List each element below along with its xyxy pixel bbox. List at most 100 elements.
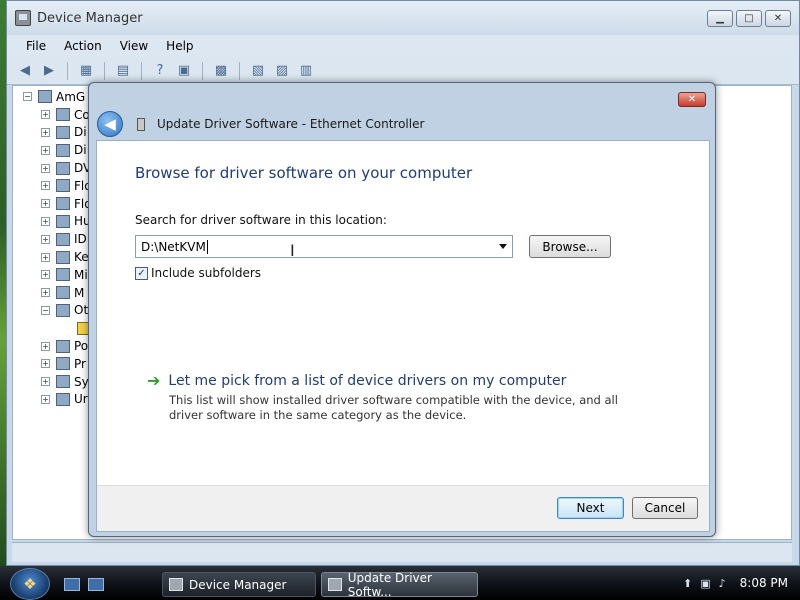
toolbar-separator — [239, 61, 240, 80]
show-desktop-icon[interactable] — [64, 578, 80, 591]
taskbar-button-device-manager[interactable]: Device Manager — [162, 572, 316, 597]
ibeam-cursor-icon: I — [290, 241, 295, 260]
device-category-icon — [56, 268, 70, 282]
clock[interactable]: 8:08 PM — [740, 576, 788, 590]
expand-icon[interactable]: + — [41, 216, 50, 226]
expand-icon[interactable]: + — [41, 163, 50, 173]
tree-item-label: ID — [74, 232, 87, 247]
tree-item[interactable]: + Sy — [23, 373, 95, 391]
tree-item-label: Ke — [74, 250, 89, 265]
tree-item[interactable]: + Hu — [23, 213, 95, 231]
collapse-icon[interactable]: − — [23, 92, 32, 102]
safely-remove-icon[interactable]: ⬆ — [683, 577, 692, 590]
expand-icon[interactable]: + — [41, 394, 50, 404]
tree-item[interactable]: + Di — [23, 141, 95, 159]
chevron-down-icon[interactable] — [499, 244, 507, 249]
expand-icon[interactable]: + — [41, 252, 50, 262]
show-hide-icon[interactable]: ▣ — [174, 61, 194, 81]
uninstall-icon[interactable]: ▨ — [272, 61, 292, 81]
device-category-icon — [56, 143, 70, 157]
device-category-icon — [56, 392, 70, 406]
dialog-close-button[interactable]: ✕ — [678, 92, 706, 107]
browse-button[interactable]: Browse... — [529, 235, 611, 258]
tree-root[interactable]: − AmG — [23, 88, 95, 106]
expand-icon[interactable]: + — [41, 377, 50, 387]
device-category-icon — [56, 108, 70, 122]
menu-action[interactable]: Action — [55, 39, 111, 53]
minimize-button[interactable]: ▁ — [707, 10, 733, 27]
collapse-icon[interactable]: − — [41, 305, 50, 315]
expand-icon[interactable]: + — [41, 145, 50, 155]
tree-item[interactable]: + ID — [23, 230, 95, 248]
include-subfolders-option[interactable]: ✓ Include subfolders — [135, 266, 261, 280]
device-category-icon — [56, 161, 70, 175]
tree-item[interactable]: + M — [23, 284, 95, 302]
console-tree-icon[interactable]: ▦ — [76, 61, 96, 81]
pick-from-list-link[interactable]: ➔ Let me pick from a list of device driv… — [147, 371, 566, 390]
tree-item[interactable]: + Ke — [23, 248, 95, 266]
device-category-icon — [56, 357, 70, 371]
disable-icon[interactable]: ▥ — [296, 61, 316, 81]
start-button[interactable]: ❖ — [10, 568, 50, 600]
computer-icon — [38, 90, 52, 104]
expand-icon[interactable]: + — [41, 199, 50, 209]
switch-windows-icon[interactable] — [88, 578, 104, 591]
expand-icon[interactable]: + — [41, 110, 50, 120]
expand-icon[interactable]: + — [41, 181, 50, 191]
toolbar-separator — [141, 61, 142, 80]
include-subfolders-checkbox[interactable]: ✓ — [135, 266, 148, 280]
path-combobox[interactable]: D:\NetKVM — [135, 235, 513, 258]
tree-item-label: Ot — [74, 303, 89, 318]
tree-item[interactable]: + Co — [23, 106, 95, 124]
expand-icon[interactable]: + — [41, 288, 50, 298]
green-arrow-icon: ➔ — [147, 371, 161, 390]
tree-item[interactable]: + DV — [23, 159, 95, 177]
device-category-icon — [56, 375, 70, 389]
forward-arrow-icon[interactable]: ▶ — [39, 61, 59, 81]
scan-hardware-icon[interactable]: ▩ — [211, 61, 231, 81]
dialog-body: Browse for driver software on your compu… — [96, 140, 710, 532]
expand-icon[interactable]: + — [41, 127, 50, 137]
tree-item[interactable]: + Flo — [23, 195, 95, 213]
tree-item[interactable]: + Flo — [23, 177, 95, 195]
window-title: Device Manager — [37, 10, 143, 26]
taskbar-button-update-driver[interactable]: Update Driver Softw... — [321, 571, 478, 599]
back-arrow-icon[interactable]: ◀ — [97, 111, 123, 137]
help-icon[interactable]: ? — [150, 61, 170, 81]
expand-icon[interactable]: + — [41, 270, 50, 280]
menu-file[interactable]: File — [17, 39, 55, 53]
tree-item[interactable]: + Pr — [23, 355, 95, 373]
include-subfolders-label[interactable]: Include subfolders — [151, 266, 261, 280]
tree-item-label: Pr — [74, 356, 86, 371]
maximize-button[interactable]: □ — [736, 10, 762, 27]
properties-icon[interactable]: ▤ — [113, 61, 133, 81]
tree-item-label: Mi — [74, 267, 88, 282]
update-driver-icon[interactable]: ▧ — [248, 61, 268, 81]
device-category-icon — [56, 214, 70, 228]
tree-item[interactable] — [23, 319, 95, 337]
path-input-value[interactable]: D:\NetKVM — [141, 240, 206, 254]
device-category-icon — [56, 339, 70, 353]
tree-item[interactable]: + Mi — [23, 266, 95, 284]
tree-item-label: Di — [74, 125, 87, 140]
device-category-icon — [56, 303, 70, 317]
volume-icon[interactable]: ♪ — [719, 577, 726, 590]
taskbar: ❖ Device Manager Update Driver Softw... … — [0, 566, 800, 600]
tree-item[interactable]: + Po — [23, 337, 95, 355]
expand-icon[interactable]: + — [41, 341, 50, 351]
expand-icon[interactable]: + — [41, 234, 50, 244]
menu-view[interactable]: View — [111, 39, 157, 53]
next-button[interactable]: Next — [557, 497, 624, 519]
cancel-button[interactable]: Cancel — [632, 497, 698, 519]
tree-item[interactable]: − Ot — [23, 302, 95, 320]
close-button[interactable]: ✕ — [765, 10, 791, 27]
tree-item[interactable]: + Ur — [23, 391, 95, 409]
update-driver-dialog: ✕ ◀ Update Driver Software - Ethernet Co… — [88, 82, 716, 537]
network-icon[interactable]: ▣ — [700, 577, 710, 590]
expand-icon[interactable]: + — [41, 359, 50, 369]
pick-from-list-label[interactable]: Let me pick from a list of device driver… — [168, 373, 566, 389]
back-arrow-icon[interactable]: ◀ — [15, 61, 35, 81]
tree-item[interactable]: + Di — [23, 124, 95, 142]
menu-help[interactable]: Help — [157, 39, 202, 53]
device-manager-titlebar[interactable]: Device Manager ▁ □ ✕ — [7, 1, 799, 35]
